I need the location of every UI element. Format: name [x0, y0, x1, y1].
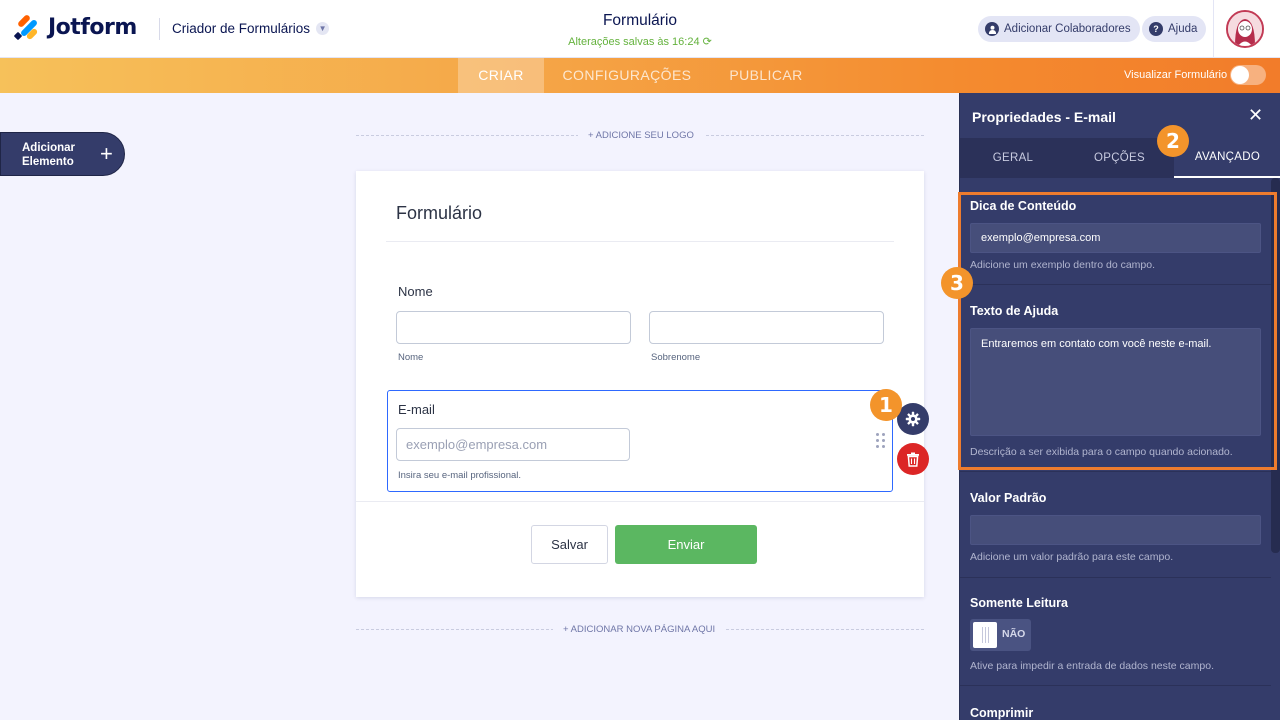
gear-icon — [905, 411, 921, 427]
read-only-title: Somente Leitura — [970, 596, 1068, 610]
first-name-input[interactable] — [396, 311, 631, 344]
avatar[interactable] — [1226, 10, 1264, 48]
builder-menu[interactable]: Criador de Formulários ▼ — [172, 21, 330, 36]
property-divider — [960, 471, 1271, 472]
content-hint-help: Adicione um exemplo dentro do campo. — [970, 259, 1156, 271]
step-badge-1: 1 — [870, 389, 902, 421]
help-text-title: Texto de Ajuda — [970, 304, 1059, 318]
first-name-sublabel: Nome — [398, 352, 424, 363]
jotform-logo[interactable]: Jotform — [13, 13, 137, 41]
default-value-help: Adicione um valor padrão para este campo… — [970, 551, 1174, 563]
email-input[interactable]: exemplo@empresa.com — [396, 428, 630, 461]
header-divider-right — [1213, 0, 1214, 58]
properties-panel: Propriedades - E-mail ✕ GERAL OPÇÕES AVA… — [959, 93, 1280, 720]
save-button[interactable]: Salvar — [531, 525, 608, 564]
user-icon — [985, 22, 999, 36]
chevron-down-icon: ▼ — [316, 22, 330, 35]
content-hint-input[interactable]: exemplo@empresa.com — [970, 223, 1261, 253]
top-header: Jotform Criador de Formulários ▼ Formulá… — [0, 0, 1280, 58]
read-only-toggle[interactable]: NÃO — [970, 619, 1031, 651]
trash-icon — [907, 452, 919, 467]
tab-settings[interactable]: CONFIGURAÇÕES — [552, 58, 702, 93]
read-only-state: NÃO — [1002, 628, 1026, 640]
name-field-label[interactable]: Nome — [398, 284, 433, 299]
help-icon: ? — [1149, 22, 1163, 36]
shrink-title: Comprimir — [970, 706, 1034, 720]
panel-scrollbar[interactable] — [1271, 178, 1280, 553]
add-element-label: Adicionar Elemento — [22, 142, 76, 168]
delete-field-button[interactable] — [897, 443, 929, 475]
avatar-illustration-icon — [1228, 12, 1262, 46]
close-icon[interactable]: ✕ — [1248, 105, 1263, 126]
content-hint-title: Dica de Conteúdo — [970, 199, 1077, 213]
builder-nav: CRIAR CONFIGURAÇÕES PUBLICAR Visualizar … — [0, 58, 1280, 93]
panel-title: Propriedades - E-mail — [972, 109, 1116, 125]
saved-status-text: Alterações salvas às 16:24 — [568, 36, 700, 48]
property-divider — [960, 685, 1271, 686]
builder-menu-label: Criador de Formulários — [172, 21, 311, 36]
refresh-icon: ⟳ — [702, 36, 712, 48]
add-page-link[interactable]: + ADICIONAR NOVA PÁGINA AQUI — [553, 624, 726, 635]
step-badge-2: 2 — [1157, 125, 1189, 157]
panel-tabs: GERAL OPÇÕES AVANÇADO — [960, 138, 1280, 178]
default-value-title: Valor Padrão — [970, 491, 1047, 505]
tab-publish[interactable]: PUBLICAR — [716, 58, 816, 93]
add-collaborators-button[interactable]: Adicionar Colaboradores — [978, 16, 1140, 42]
tab-advanced[interactable]: AVANÇADO — [1174, 138, 1280, 178]
toggle-knob — [973, 622, 997, 648]
preview-form-label: Visualizar Formulário — [1124, 69, 1228, 81]
last-name-input[interactable] — [649, 311, 884, 344]
property-divider — [960, 577, 1271, 578]
tab-create[interactable]: CRIAR — [458, 58, 544, 93]
add-element-button[interactable]: Adicionar Elemento + — [0, 132, 125, 176]
header-divider — [159, 18, 160, 40]
brand-name: Jotform — [48, 14, 137, 40]
help-button[interactable]: ? Ajuda — [1142, 16, 1207, 42]
add-collaborators-label: Adicionar Colaboradores — [1004, 23, 1131, 35]
form-card: Formulário Nome Nome Sobrenome E-mail ex… — [356, 171, 924, 597]
submit-button[interactable]: Enviar — [615, 525, 757, 564]
drag-handle-icon[interactable] — [876, 433, 886, 449]
email-field-label[interactable]: E-mail — [398, 402, 435, 417]
tab-general[interactable]: GERAL — [960, 138, 1066, 178]
default-value-input[interactable] — [970, 515, 1261, 545]
email-sublabel: Insira seu e-mail profissional. — [398, 470, 522, 481]
heading-divider — [386, 241, 894, 242]
field-properties-button[interactable] — [897, 403, 929, 435]
jotform-logo-icon — [13, 13, 39, 41]
property-divider — [960, 284, 1271, 285]
step-badge-3: 3 — [941, 267, 973, 299]
last-name-sublabel: Sobrenome — [651, 352, 701, 363]
plus-icon: + — [100, 141, 113, 166]
help-text-help: Descrição a ser exibida para o campo qua… — [970, 446, 1233, 458]
preview-form-toggle[interactable] — [1230, 65, 1266, 85]
read-only-help: Ative para impedir a entrada de dados ne… — [970, 660, 1214, 672]
form-heading[interactable]: Formulário — [396, 203, 482, 224]
help-label: Ajuda — [1168, 23, 1198, 35]
buttons-divider — [356, 501, 924, 502]
help-text-textarea[interactable]: Entraremos em contato com você neste e-m… — [970, 328, 1261, 436]
add-logo-link[interactable]: + ADICIONE SEU LOGO — [578, 130, 704, 141]
